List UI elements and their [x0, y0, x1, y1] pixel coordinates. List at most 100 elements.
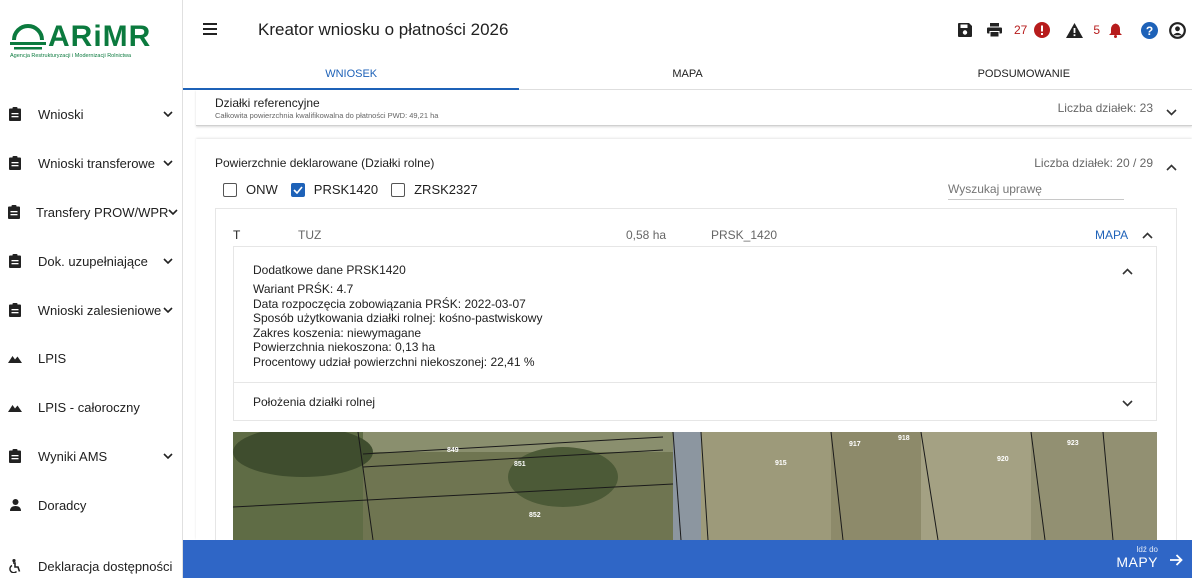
filter-label: ONW — [246, 182, 278, 197]
declared-areas-title: Powierzchnie deklarowane (Działki rolne) — [215, 156, 435, 170]
plot-symbol: T — [233, 228, 241, 242]
error-count: 27 — [1013, 23, 1028, 37]
sidebar-item-dok-uzupelniajace[interactable]: Dok. uzupełniające — [0, 241, 183, 281]
reference-plots-subtitle: Całkowita powierzchnia kwalifikowalna do… — [215, 111, 439, 120]
sidebar-item-wyniki-ams[interactable]: Wyniki AMS — [0, 436, 183, 476]
clipboard-icon — [8, 303, 22, 317]
reference-plots-title: Działki referencyjne — [215, 96, 320, 110]
extra-data-line: Zakres koszenia: niewymagane — [253, 325, 422, 340]
print-button[interactable] — [986, 21, 1004, 39]
reference-plots-expand-button[interactable] — [1166, 103, 1180, 117]
clipboard-icon — [8, 107, 22, 121]
clipboard-icon — [8, 156, 22, 170]
extra-data-title: Dodatkowe dane PRSK1420 — [253, 263, 406, 277]
tab-podsumowanie[interactable]: PODSUMOWANIE — [856, 60, 1192, 89]
sidebar-item-label: Deklaracja dostępności — [38, 558, 173, 574]
chevron-down-icon — [1166, 109, 1177, 116]
chevron-down-icon — [161, 307, 175, 313]
plot-map-preview[interactable]: 849 851 852 915 917 918 920 923 — [233, 432, 1157, 540]
sidebar-item-transfery[interactable]: Transfery PROW/WPR — [0, 192, 183, 232]
crop-search-input[interactable] — [948, 178, 1124, 200]
plot-map-link[interactable]: MAPA — [1095, 228, 1128, 242]
sidebar-item-deklaracja-dostepnosci[interactable]: Deklaracja dostępności — [0, 546, 183, 586]
extra-data-line: Procentowy udział powierzchni niekoszone… — [253, 354, 535, 369]
logo-wordmark: ARiMR — [48, 20, 152, 53]
plot-location-expand-button[interactable] — [1122, 394, 1136, 408]
sidebar-item-wnioski-zalesieniowe[interactable]: Wnioski zalesieniowe — [0, 290, 183, 330]
sidebar-item-wnioski[interactable]: Wnioski — [0, 94, 183, 134]
program-filters: ONW PRSK1420 ZRSK2327 — [223, 182, 491, 197]
map-parcel-label: 915 — [775, 460, 787, 467]
chevron-down-icon — [161, 111, 175, 117]
map-parcel-label: 851 — [514, 461, 526, 468]
divider — [233, 382, 1157, 383]
clipboard-icon — [8, 254, 22, 268]
checkbox-checked-icon — [290, 182, 305, 197]
tab-mapa[interactable]: MAPA — [519, 60, 855, 89]
filter-onw-checkbox[interactable]: ONW — [223, 182, 278, 197]
save-button[interactable] — [956, 21, 974, 39]
account-button[interactable] — [1168, 21, 1186, 39]
plot-collapse-button[interactable] — [1142, 226, 1156, 240]
page-title: Kreator wniosku o płatności 2026 — [258, 20, 509, 39]
go-to-target: MAPY — [1116, 554, 1158, 570]
extra-data-line: Powierzchnia niekoszona: 0,13 ha — [253, 340, 436, 354]
extra-data-line: Sposób użytkowania działki rolnej: kośno… — [253, 311, 543, 325]
sidebar: ARiMR Agencja Restrukturyzacji i Moderni… — [0, 0, 183, 578]
reference-plots-count: Liczba działek: 23 — [1057, 101, 1153, 115]
declared-areas-count: Liczba działek: 20 / 29 — [1034, 156, 1153, 170]
warnings-button[interactable] — [1065, 21, 1083, 39]
filter-zrsk2327-checkbox[interactable]: ZRSK2327 — [391, 182, 478, 197]
warning-count: 5 — [1093, 23, 1100, 37]
clipboard-icon — [8, 205, 20, 219]
account-circle-icon — [1168, 21, 1186, 39]
sidebar-item-lpis[interactable]: LPIS — [0, 338, 183, 378]
chevron-down-icon — [168, 209, 178, 215]
errors-button[interactable] — [1033, 21, 1051, 39]
map-parcel-label: 917 — [849, 441, 861, 448]
clipboard-icon — [8, 449, 22, 463]
map-parcel-label: 849 — [447, 447, 459, 454]
filter-label: ZRSK2327 — [414, 182, 478, 197]
bell-icon — [1108, 23, 1122, 38]
declared-areas-collapse-button[interactable] — [1166, 158, 1180, 172]
arrow-right-icon[interactable] — [1170, 553, 1184, 567]
tab-bar: WNIOSEK MAPA PODSUMOWANIE — [183, 60, 1192, 90]
save-icon — [957, 23, 972, 37]
arimr-logo[interactable]: ARiMR Agencja Restrukturyzacji i Moderni… — [10, 20, 170, 60]
sidebar-item-label: LPIS — [38, 350, 67, 366]
terrain-icon — [8, 400, 22, 414]
notifications-button[interactable] — [1106, 21, 1124, 39]
person-icon — [8, 498, 22, 512]
sidebar-item-lpis-caloroczny[interactable]: LPIS - całoroczny — [0, 387, 183, 427]
plot-program: PRSK_1420 — [711, 228, 778, 242]
sidebar-item-label: LPIS - całoroczny — [38, 399, 140, 415]
reference-plots-panel[interactable]: Działki referencyjne Całkowita powierzch… — [196, 90, 1192, 126]
tab-wniosek[interactable]: WNIOSEK — [183, 60, 520, 90]
filter-label: PRSK1420 — [313, 182, 379, 197]
help-icon: ? — [1140, 21, 1158, 39]
help-button[interactable]: ? — [1140, 21, 1158, 39]
map-parcel-label: 920 — [997, 456, 1009, 463]
svg-text:?: ? — [1145, 23, 1152, 37]
logo-subtitle: Agencja Restrukturyzacji i Modernizacji … — [10, 53, 132, 59]
menu-button[interactable] — [203, 22, 219, 36]
terrain-icon — [8, 351, 22, 365]
map-parcel-label: 923 — [1067, 440, 1079, 447]
filter-prsk1420-checkbox[interactable]: PRSK1420 — [290, 182, 379, 197]
extra-data-collapse-button[interactable] — [1122, 262, 1136, 276]
accessibility-icon — [8, 559, 22, 573]
chevron-up-icon — [1122, 268, 1133, 275]
go-to-map-button[interactable]: Idź do MAPY — [1116, 545, 1158, 570]
hamburger-icon — [203, 23, 217, 35]
chevron-down-icon — [161, 160, 175, 166]
plot-crop: TUZ — [298, 228, 322, 242]
chevron-up-icon — [1166, 164, 1177, 171]
sidebar-item-wnioski-transferowe[interactable]: Wnioski transferowe — [0, 143, 183, 183]
map-parcel-label: 852 — [529, 512, 541, 519]
chevron-down-icon — [161, 258, 175, 264]
go-to-map-bar[interactable]: Idź do MAPY — [183, 540, 1192, 578]
aerial-map-image: 849 851 852 915 917 918 920 923 — [233, 432, 1157, 540]
plot-location-title[interactable]: Położenia działki rolnej — [253, 395, 375, 409]
sidebar-item-doradcy[interactable]: Doradcy — [0, 485, 183, 525]
